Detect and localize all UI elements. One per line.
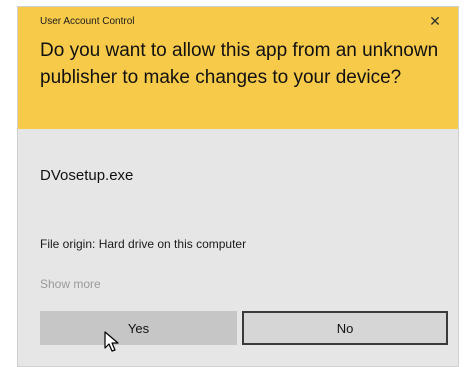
app-name: DVosetup.exe — [40, 167, 134, 184]
dialog-header: User Account Control ✕ Do you want to al… — [18, 7, 458, 129]
yes-button[interactable]: Yes — [40, 311, 237, 345]
mouse-pointer-icon — [104, 331, 119, 352]
uac-dialog: User Account Control ✕ Do you want to al… — [17, 6, 459, 367]
window-title: User Account Control — [40, 16, 135, 27]
file-origin: File origin: Hard drive on this computer — [40, 237, 247, 251]
show-more-link[interactable]: Show more — [40, 277, 101, 291]
yes-button-label: Yes — [127, 320, 150, 336]
close-icon: ✕ — [429, 12, 441, 29]
dialog-question: Do you want to allow this app from an un… — [40, 40, 439, 88]
dialog-body: DVosetup.exe File origin: Hard drive on … — [18, 129, 458, 366]
no-button-label: No — [336, 320, 354, 336]
close-button[interactable]: ✕ — [426, 12, 444, 30]
no-button[interactable]: No — [242, 311, 448, 345]
